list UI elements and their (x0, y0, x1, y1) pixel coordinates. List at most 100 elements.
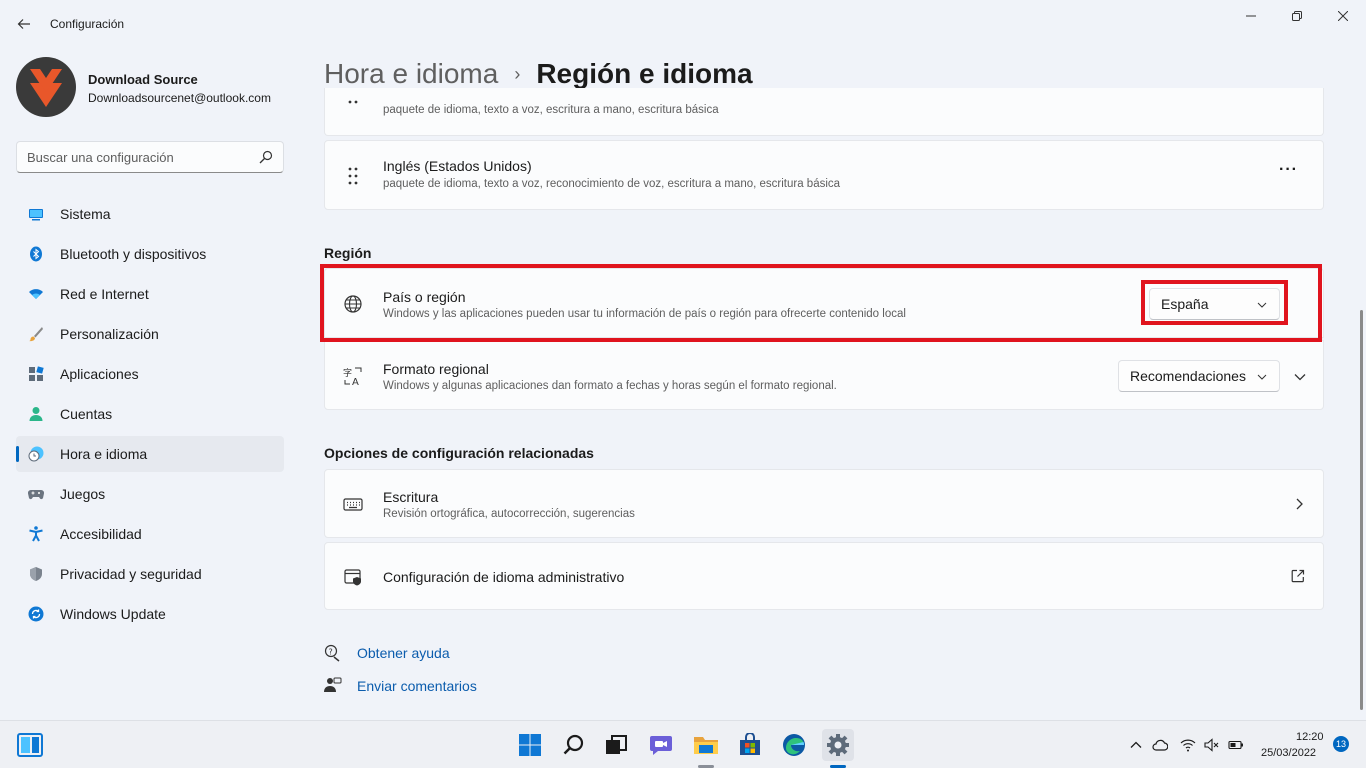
user-email: Downloadsourcenet@outlook.com (88, 91, 271, 105)
person-icon (29, 407, 43, 421)
sidebar-item-cuentas[interactable]: Cuentas (16, 396, 284, 432)
send-feedback-link[interactable]: Enviar comentarios (357, 678, 477, 694)
sidebar-item-label: Bluetooth y dispositivos (60, 246, 207, 262)
sidebar-item-label: Aplicaciones (60, 366, 139, 382)
keyboard-icon (343, 498, 363, 511)
sidebar-item-label: Privacidad y seguridad (60, 566, 202, 582)
onedrive-icon[interactable] (1152, 737, 1168, 753)
page-title: Región e idioma (536, 58, 753, 89)
settings-icon (827, 734, 849, 756)
file-explorer-button[interactable] (690, 729, 722, 761)
maximize-button[interactable] (1274, 4, 1320, 28)
drag-handle-icon[interactable] (343, 98, 363, 118)
notification-badge[interactable]: 13 (1333, 736, 1349, 752)
sidebar-item-label: Cuentas (60, 406, 113, 422)
app-title: Configuración (50, 17, 125, 31)
svg-text:A: A (352, 377, 359, 386)
edge-icon (783, 734, 805, 756)
sidebar-item-aplicaciones[interactable]: Aplicaciones (16, 356, 284, 392)
sidebar-item-windows-update[interactable]: Windows Update (16, 596, 284, 632)
edge-button[interactable] (778, 729, 810, 761)
sidebar-item-juegos[interactable]: Juegos (16, 476, 284, 512)
sidebar-item-sistema[interactable]: Sistema (16, 196, 284, 232)
gamepad-icon (28, 489, 44, 500)
maximize-icon (1292, 11, 1302, 21)
chevron-up-icon[interactable] (1128, 737, 1144, 753)
back-button[interactable] (10, 10, 38, 38)
chat-button[interactable] (645, 729, 677, 761)
wifi-icon[interactable] (1180, 737, 1196, 753)
external-link-icon (1291, 569, 1305, 583)
language-card-english[interactable]: Inglés (Estados Unidos) paquete de idiom… (324, 140, 1324, 210)
system-icon (29, 209, 43, 221)
sidebar-item-privacidad[interactable]: Privacidad y seguridad (16, 556, 284, 592)
taskbar-search-button[interactable] (558, 729, 590, 761)
region-heading: Región (324, 245, 372, 261)
more-options-button[interactable]: ··· (1279, 161, 1298, 179)
language-desc: paquete de idioma, texto a voz, escritur… (383, 104, 719, 116)
start-button[interactable] (514, 729, 546, 761)
taskbar (0, 720, 1366, 768)
language-card-1[interactable]: paquete de idioma, texto a voz, escritur… (324, 88, 1324, 136)
close-icon (1338, 11, 1348, 21)
avatar[interactable] (16, 57, 76, 117)
search-icon (563, 734, 584, 755)
sidebar-item-accesibilidad[interactable]: Accesibilidad (16, 516, 284, 552)
volume-muted-icon[interactable] (1204, 737, 1220, 753)
svg-text:字: 字 (343, 367, 352, 379)
chevron-right-icon (1296, 498, 1303, 510)
battery-icon[interactable] (1228, 737, 1244, 753)
sidebar-item-label: Sistema (60, 206, 111, 222)
widgets-icon (17, 733, 43, 757)
clock-globe-icon (28, 446, 44, 462)
chevron-down-icon (1257, 374, 1267, 380)
format-value: Recomendaciones (1130, 368, 1246, 384)
regional-format-card[interactable]: 字A Formato regional Windows y algunas ap… (324, 340, 1324, 410)
sidebar-item-hora-idioma[interactable]: Hora e idioma (16, 436, 284, 472)
expand-chevron-icon[interactable] (1293, 370, 1307, 384)
accessibility-icon (29, 526, 43, 542)
help-icon: ? (324, 644, 340, 662)
task-view-icon (606, 735, 627, 754)
sidebar-item-personalizacion[interactable]: Personalización (16, 316, 284, 352)
get-help-link[interactable]: Obtener ayuda (357, 645, 450, 661)
brush-icon (29, 327, 43, 342)
search-box[interactable] (16, 141, 284, 173)
language-desc: paquete de idioma, texto a voz, reconoci… (383, 178, 841, 190)
format-dropdown[interactable]: Recomendaciones (1118, 360, 1280, 392)
widgets-button[interactable] (14, 729, 46, 761)
search-icon[interactable] (259, 150, 273, 164)
sidebar-item-label: Accesibilidad (60, 526, 142, 542)
clock-date[interactable]: 25/03/2022 (1261, 747, 1316, 759)
typing-card[interactable]: Escritura Revisión ortográfica, autocorr… (324, 469, 1324, 538)
svg-text:?: ? (329, 648, 333, 657)
apps-icon (29, 366, 44, 381)
settings-taskbar-button[interactable] (822, 729, 854, 761)
title-bar: Configuración (0, 0, 1366, 48)
admin-title: Configuración de idioma administrativo (383, 569, 625, 585)
feedback-icon (324, 677, 342, 692)
sidebar-item-label: Personalización (60, 326, 159, 342)
clock-time[interactable]: 12:20 (1296, 731, 1324, 743)
breadcrumb-parent[interactable]: Hora e idioma (324, 58, 498, 90)
sidebar-item-bluetooth[interactable]: Bluetooth y dispositivos (16, 236, 284, 272)
shield-icon (30, 567, 42, 581)
sidebar-item-red[interactable]: Red e Internet (16, 276, 284, 312)
chat-icon (650, 736, 672, 755)
highlight-box-dropdown (1141, 280, 1288, 325)
task-view-button[interactable] (600, 729, 632, 761)
breadcrumb: Hora e idioma › Región e idioma (324, 58, 753, 90)
close-button[interactable] (1320, 4, 1366, 28)
wifi-icon (29, 289, 43, 299)
drag-handle-icon[interactable] (343, 166, 363, 186)
language-format-icon: 字A (343, 367, 362, 386)
format-desc: Windows y algunas aplicaciones dan forma… (383, 380, 837, 392)
search-input[interactable] (27, 142, 247, 172)
file-explorer-icon (694, 737, 718, 754)
breadcrumb-separator: › (514, 63, 521, 84)
admin-language-card[interactable]: Configuración de idioma administrativo (324, 542, 1324, 610)
store-button[interactable] (734, 729, 766, 761)
minimize-button[interactable] (1228, 4, 1274, 28)
arrow-left-icon (17, 19, 30, 29)
scrollbar[interactable] (1360, 310, 1363, 710)
